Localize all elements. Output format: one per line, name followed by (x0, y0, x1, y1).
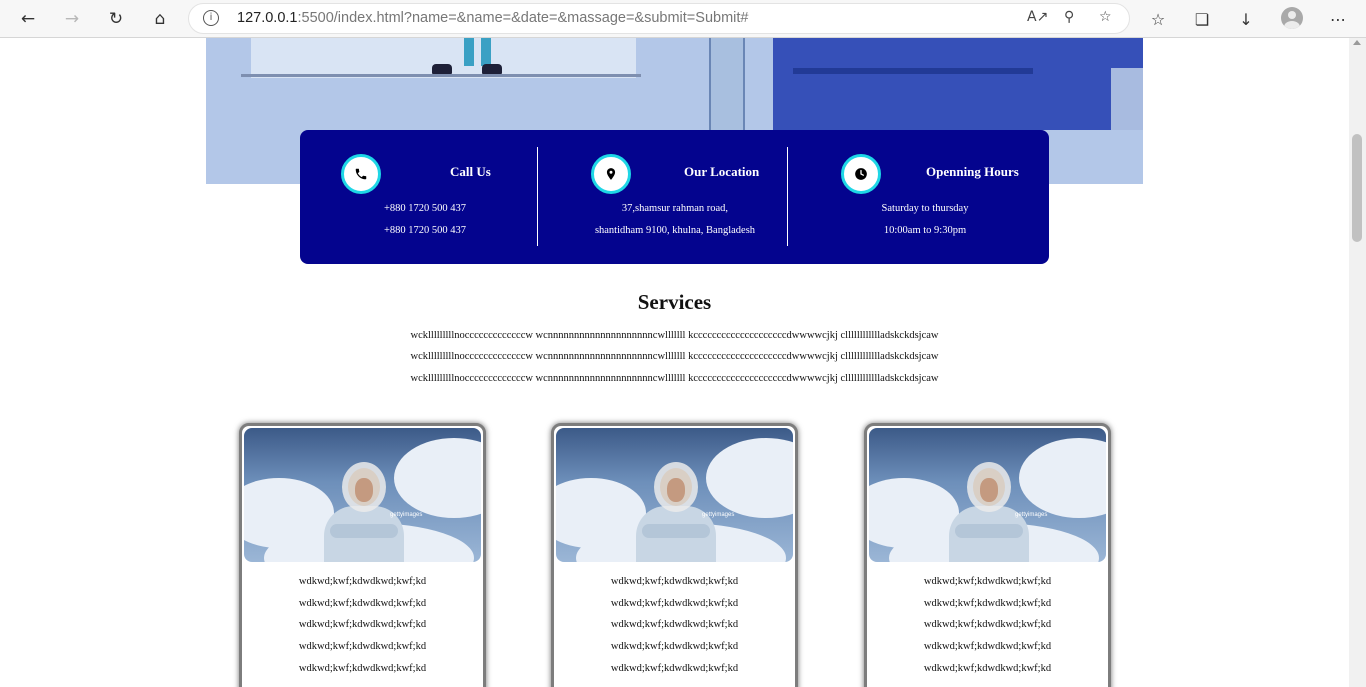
card-text-line: wdkwd;kwf;kdwdkwd;kwf;kd (298, 663, 427, 674)
zoom-icon[interactable]: ⚲ (1064, 9, 1074, 25)
hero-person (709, 38, 745, 130)
hours-line-2: 10:00am to 9:30pm (883, 225, 967, 236)
services-text-line: wcklllllllllnocccccccccccccw wcnnnnnnnnn… (410, 330, 939, 341)
card-text-line: wdkwd;kwf;kdwdkwd;kwf;kd (610, 598, 739, 609)
photo-watermark: gettyimages (702, 512, 735, 518)
photo-person-face (667, 478, 685, 502)
browser-toolbar: ← → ↻ ⌂ i 127.0.0.1:5500/index.html?name… (0, 0, 1366, 38)
card-text-line: wdkwd;kwf;kdwdkwd;kwf;kd (610, 641, 739, 652)
service-card: gettyimages wdkwd;kwf;kdwdkwd;kwf;kd wdk… (551, 423, 798, 687)
hero-figure-shoe (432, 64, 452, 74)
photo-person-arms (642, 524, 710, 538)
address-bar[interactable]: i 127.0.0.1:5500/index.html?name=&name=&… (188, 3, 1130, 34)
card-text-line: wdkwd;kwf;kdwdkwd;kwf;kd (923, 641, 1052, 652)
add-favorite-icon[interactable]: ☆ (1099, 9, 1112, 25)
location-section: Our Location 37,shamsur rahman road, sha… (550, 130, 800, 264)
service-card: gettyimages wdkwd;kwf;kdwdkwd;kwf;kd wdk… (864, 423, 1111, 687)
phone-icon (341, 154, 381, 194)
card-text-line: wdkwd;kwf;kdwdkwd;kwf;kd (298, 619, 427, 630)
downloads-icon[interactable]: ↓ (1231, 4, 1261, 34)
more-icon[interactable]: ⋯ (1323, 4, 1353, 34)
card-text-line: wdkwd;kwf;kdwdkwd;kwf;kd (923, 598, 1052, 609)
photo-person-arms (330, 524, 398, 538)
hero-figure-leg (464, 38, 474, 66)
page-scrollbar[interactable] (1349, 38, 1366, 687)
photo-cloud (1019, 438, 1106, 518)
card-text-line: wdkwd;kwf;kdwdkwd;kwf;kd (923, 576, 1052, 587)
hero-figure-shoe (482, 64, 502, 74)
call-us-title: Call Us (450, 164, 491, 179)
forward-icon: → (64, 9, 80, 29)
card-text-line: wdkwd;kwf;kdwdkwd;kwf;kd (610, 619, 739, 630)
location-line-1: 37,shamsur rahman road, (621, 203, 729, 214)
contact-info-band: Call Us +880 1720 500 437 +880 1720 500 … (300, 130, 1049, 264)
card-text-line: wdkwd;kwf;kdwdkwd;kwf;kd (298, 598, 427, 609)
photo-person-face (355, 478, 373, 502)
scroll-up-arrow-icon[interactable] (1353, 40, 1361, 45)
call-us-line-2: +880 1720 500 437 (383, 225, 467, 236)
service-card-photo: gettyimages (869, 428, 1106, 562)
hours-line-1: Saturday to thursday (881, 203, 969, 214)
card-text-line: wdkwd;kwf;kdwdkwd;kwf;kd (610, 663, 739, 674)
read-aloud-icon[interactable]: A↗ (1027, 9, 1048, 25)
services-title: Services (637, 290, 712, 314)
favorites-icon[interactable]: ☆ (1143, 4, 1173, 34)
hero-boxes (773, 38, 1143, 130)
info-divider (537, 147, 538, 246)
services-text-line: wcklllllllllnocccccccccccccw wcnnnnnnnnn… (410, 373, 939, 384)
service-card-photo: gettyimages (244, 428, 481, 562)
collections-icon[interactable]: ❏ (1187, 4, 1217, 34)
service-card: gettyimages wdkwd;kwf;kdwdkwd;kwf;kd wdk… (239, 423, 486, 687)
clock-icon (841, 154, 881, 194)
photo-person-face (980, 478, 998, 502)
scroll-thumb[interactable] (1352, 134, 1362, 242)
hours-title: Openning Hours (926, 164, 1019, 179)
photo-cloud (394, 438, 481, 518)
hero-box-stripe (793, 68, 1033, 74)
url-host: 127.0.0.1 (237, 10, 298, 26)
card-text-line: wdkwd;kwf;kdwdkwd;kwf;kd (923, 619, 1052, 630)
call-us-line-1: +880 1720 500 437 (383, 203, 467, 214)
photo-person-arms (955, 524, 1023, 538)
card-text-line: wdkwd;kwf;kdwdkwd;kwf;kd (298, 576, 427, 587)
hero-ledge (241, 74, 641, 77)
call-us-section: Call Us +880 1720 500 437 +880 1720 500 … (300, 130, 550, 264)
card-text-line: wdkwd;kwf;kdwdkwd;kwf;kd (923, 663, 1052, 674)
photo-watermark: gettyimages (390, 512, 423, 518)
url-path: :5500/index.html?name=&name=&date=&massa… (297, 10, 749, 26)
service-card-photo: gettyimages (556, 428, 793, 562)
location-line-2: shantidham 9100, khulna, Bangladesh (594, 225, 756, 236)
photo-watermark: gettyimages (1015, 512, 1048, 518)
photo-cloud (706, 438, 793, 518)
hero-figure-leg (481, 38, 491, 66)
hours-section: Openning Hours Saturday to thursday 10:0… (800, 130, 1050, 264)
hero-box-edge (1111, 68, 1143, 130)
url-text[interactable]: 127.0.0.1:5500/index.html?name=&name=&da… (237, 10, 748, 26)
card-text-line: wdkwd;kwf;kdwdkwd;kwf;kd (610, 576, 739, 587)
info-icon[interactable]: i (203, 10, 219, 26)
info-divider (787, 147, 788, 246)
profile-icon[interactable] (1281, 7, 1303, 29)
location-pin-icon (591, 154, 631, 194)
services-text-line: wcklllllllllnocccccccccccccw wcnnnnnnnnn… (410, 351, 939, 362)
back-icon[interactable]: ← (13, 4, 43, 34)
card-text-line: wdkwd;kwf;kdwdkwd;kwf;kd (298, 641, 427, 652)
home-icon[interactable]: ⌂ (145, 4, 175, 34)
refresh-icon[interactable]: ↻ (101, 4, 131, 34)
location-title: Our Location (684, 164, 760, 179)
